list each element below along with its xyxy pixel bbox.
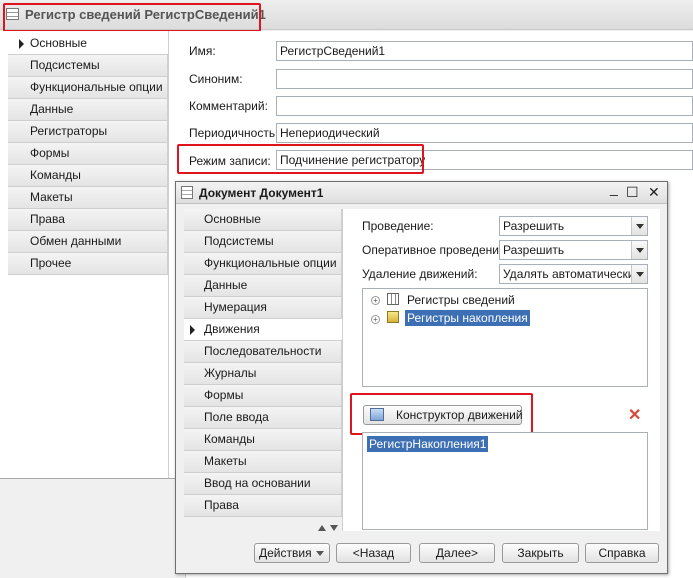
main-nav-item-8[interactable]: Права <box>8 209 168 231</box>
chevron-down-icon[interactable] <box>631 217 647 235</box>
chevron-down-icon <box>316 551 324 556</box>
main-nav-item-4[interactable]: Регистраторы <box>8 121 168 143</box>
close-icon[interactable]: ✕ <box>648 184 660 201</box>
main-nav-item-7[interactable]: Макеты <box>8 187 168 209</box>
list-item-register[interactable]: РегистрНакопления1 <box>367 436 489 452</box>
main-nav-item-1[interactable]: Подсистемы <box>8 55 168 77</box>
document-icon <box>181 186 193 199</box>
active-arrow-icon <box>190 325 195 335</box>
dialog-title: Документ Документ1 <box>199 186 324 200</box>
dialog-nav-item-1[interactable]: Подсистемы <box>184 231 342 253</box>
synonym-field[interactable] <box>276 69 693 89</box>
dialog-nav-item-5[interactable]: Движения <box>184 319 342 341</box>
posting-label: Проведение: <box>362 219 434 233</box>
expand-icon[interactable]: + <box>371 296 380 305</box>
delete-movements-label: Удаление движений: <box>362 267 478 281</box>
mode-highlight-box <box>177 144 424 174</box>
dialog-titlebar: Документ Документ1 _ ☐ ✕ <box>176 180 667 204</box>
scroll-down-icon[interactable] <box>330 525 338 531</box>
online-posting-select[interactable]: Разрешить <box>499 240 648 260</box>
dialog-nav-item-7[interactable]: Журналы <box>184 363 342 385</box>
delete-movements-select[interactable]: Удалять автоматически п <box>499 264 648 284</box>
help-button[interactable]: Справка <box>585 543 659 563</box>
back-button[interactable]: <Назад <box>336 543 411 563</box>
dialog-nav-item-2[interactable]: Функциональные опции <box>184 253 342 275</box>
delete-icon[interactable]: ✕ <box>628 405 641 425</box>
constructor-highlight-box <box>350 393 533 435</box>
period-label: Периодичность: <box>189 126 279 140</box>
close-button[interactable]: Закрыть <box>502 543 579 563</box>
main-nav-item-5[interactable]: Формы <box>8 143 168 165</box>
dialog-nav-item-9[interactable]: Поле ввода <box>184 407 342 429</box>
dialog-nav-item-11[interactable]: Макеты <box>184 451 342 473</box>
nav-divider <box>168 31 169 478</box>
accumulation-register-icon <box>387 311 399 323</box>
dialog-nav-item-13[interactable]: Права <box>184 495 342 517</box>
maximize-icon[interactable]: ☐ <box>626 184 639 201</box>
name-field[interactable]: РегистрСведений1 <box>276 41 693 61</box>
dialog-nav-item-3[interactable]: Данные <box>184 275 342 297</box>
main-nav-item-10[interactable]: Прочее <box>8 253 168 275</box>
next-button[interactable]: Далее> <box>419 543 495 563</box>
dialog-nav-item-8[interactable]: Формы <box>184 385 342 407</box>
actions-button[interactable]: Действия <box>254 543 330 563</box>
main-nav-item-6[interactable]: Команды <box>8 165 168 187</box>
main-nav: Основные Подсистемы Функциональные опции… <box>8 33 168 275</box>
document-dialog: Документ Документ1 _ ☐ ✕ Основные Подсис… <box>175 180 668 574</box>
title-highlight-box <box>3 3 261 32</box>
synonym-label: Синоним: <box>189 72 243 86</box>
active-arrow-icon <box>19 39 24 49</box>
online-posting-label: Оперативное проведение: <box>362 243 509 257</box>
dialog-nav-item-4[interactable]: Нумерация <box>184 297 342 319</box>
dialog-nav-item-10[interactable]: Команды <box>184 429 342 451</box>
info-register-icon <box>387 293 399 305</box>
posting-select[interactable]: Разрешить <box>499 216 648 236</box>
comment-field[interactable] <box>276 96 693 116</box>
main-nav-item-3[interactable]: Данные <box>8 99 168 121</box>
dialog-nav: Основные Подсистемы Функциональные опции… <box>184 209 342 517</box>
dialog-nav-item-6[interactable]: Последовательности <box>184 341 342 363</box>
expand-icon[interactable]: + <box>371 315 380 324</box>
period-field[interactable]: Непериодический <box>276 123 693 143</box>
chevron-down-icon[interactable] <box>631 241 647 259</box>
comment-label: Комментарий: <box>189 99 268 113</box>
chevron-down-icon[interactable] <box>631 265 647 283</box>
scroll-up-icon[interactable] <box>318 525 326 531</box>
tree-item-accumulation-registers[interactable]: Регистры накопления <box>405 310 530 326</box>
dialog-nav-item-12[interactable]: Ввод на основании <box>184 473 342 495</box>
main-nav-item-2[interactable]: Функциональные опции <box>8 77 168 99</box>
tree-item-info-registers[interactable]: Регистры сведений <box>407 293 515 307</box>
minimize-icon[interactable]: _ <box>610 180 618 196</box>
registers-tree[interactable]: + Регистры сведений + Регистры накоплени… <box>362 288 648 387</box>
dialog-nav-item-0[interactable]: Основные <box>184 209 342 231</box>
main-nav-item-9[interactable]: Обмен данными <box>8 231 168 253</box>
name-label: Имя: <box>189 44 216 58</box>
main-nav-item-0[interactable]: Основные <box>8 33 168 55</box>
registers-list[interactable]: РегистрНакопления1 <box>362 432 648 530</box>
